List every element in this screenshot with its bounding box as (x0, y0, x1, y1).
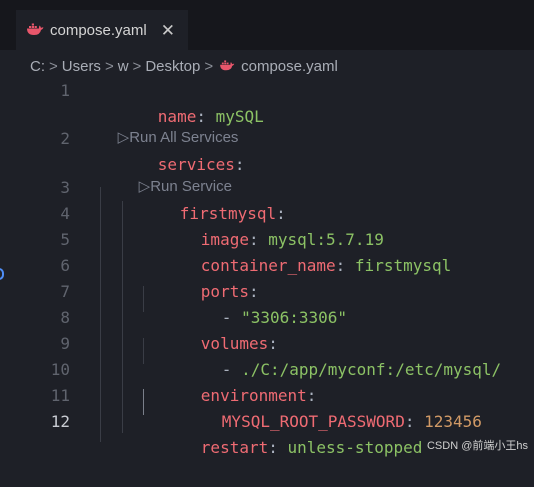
yaml-colon: : (268, 438, 288, 457)
tab-bar: compose.yaml ✕ (0, 0, 534, 50)
line-number: 5 (60, 230, 70, 249)
breadcrumb-item-file[interactable]: compose.yaml (241, 58, 338, 75)
line-number: 4 (60, 204, 70, 223)
yaml-key: restart (200, 438, 269, 457)
code-line: 5 container_name: firstmysql (0, 227, 534, 275)
breadcrumb-item-user[interactable]: w (118, 58, 129, 75)
docker-whale-icon (26, 23, 44, 37)
code-line: 6 ports: (0, 253, 534, 301)
code-line: 3 firstmysql: (0, 175, 534, 223)
breadcrumb-item-desktop[interactable]: Desktop (145, 58, 200, 75)
line-number: 9 (60, 334, 70, 353)
chevron-right-icon: > (104, 57, 114, 75)
docker-whale-icon (219, 60, 235, 72)
code-line: 8 volumes: (0, 305, 534, 353)
code-line: 1 name: mySQL (0, 78, 534, 126)
close-icon[interactable]: ✕ (161, 22, 175, 39)
tab-compose-yaml[interactable]: compose.yaml ✕ (16, 10, 188, 50)
tab-label: compose.yaml (50, 21, 147, 39)
code-editor[interactable]: 1 name: mySQL ▷Run All Services 2 servic… (0, 78, 534, 459)
line-number: 3 (60, 178, 70, 197)
line-number: 6 (60, 256, 70, 275)
line-number: 1 (60, 81, 70, 100)
line-number: 8 (60, 308, 70, 327)
line-number: 12 (50, 412, 70, 431)
code-line: 9 - ./C:/app/myconf:/etc/mysql/ (0, 331, 534, 379)
line-number: 2 (60, 129, 70, 148)
yaml-colon: : (234, 155, 245, 174)
line-number: 10 (50, 360, 70, 379)
code-line: 10 environment: (0, 357, 534, 405)
breadcrumb-item-drive[interactable]: C: (30, 58, 45, 75)
yaml-value: unless-stopped (287, 438, 423, 457)
watermark: CSDN @前端小王hs (426, 440, 528, 452)
line-number: 11 (50, 386, 70, 405)
chevron-right-icon: > (49, 57, 58, 75)
code-line: 2 services: (0, 126, 534, 174)
code-line: 7 - "3306:3306" (0, 279, 534, 327)
code-line: 11 MYSQL_ROOT_PASSWORD: 123456 (0, 383, 534, 431)
code-line-current: 12 restart: unless-stopped (0, 409, 534, 457)
code-line: 4 image: mysql:5.7.19 (0, 201, 534, 249)
breadcrumb-item-users[interactable]: Users (62, 58, 101, 75)
line-number: 7 (60, 282, 70, 301)
chevron-right-icon: > (132, 57, 142, 75)
chevron-right-icon: > (204, 57, 214, 75)
breadcrumb: C: > Users > w > Desktop > compose.yaml (30, 56, 338, 76)
